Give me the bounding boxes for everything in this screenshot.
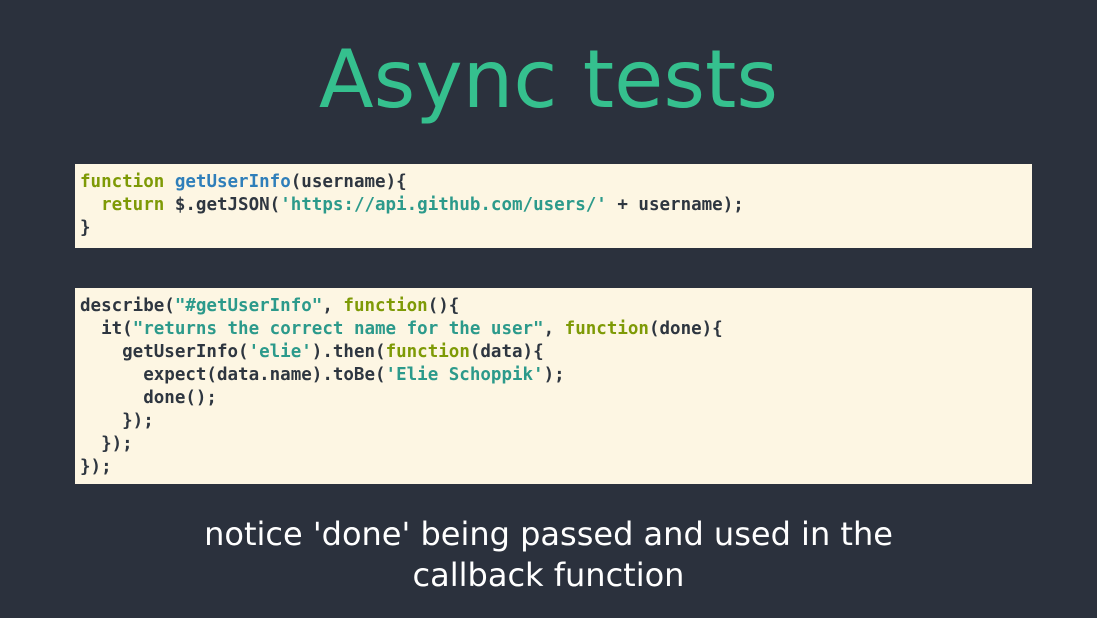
code-token-plain: $.getJSON( (164, 195, 281, 215)
code-token-plain: (done){ (648, 319, 723, 339)
code-token-string: "#getUserInfo" (174, 296, 323, 316)
code-token-plain: }); (80, 457, 112, 477)
code-line: function getUserInfo(username){ (80, 171, 1032, 194)
code-line: }); (80, 433, 1032, 456)
code-line: it("returns the correct name for the use… (80, 318, 1032, 341)
code-token-plain: it( (80, 319, 133, 339)
code-line: return $.getJSON('https://api.github.com… (80, 194, 1032, 217)
code-line: expect(data.name).toBe('Elie Schoppik'); (80, 364, 1032, 387)
code-token-plain: }); (80, 411, 154, 431)
code-token-plain: expect(data.name).toBe( (80, 365, 386, 385)
code-token-keyword: function (385, 342, 470, 362)
code-token-func: getUserInfo (174, 172, 291, 192)
code-line: }); (80, 456, 1032, 479)
code-line: done(); (80, 387, 1032, 410)
code-token-plain: , (322, 296, 344, 316)
code-token-keyword: function (343, 296, 428, 316)
code-token-string: "returns the correct name for the user" (132, 319, 544, 339)
code-token-plain: (data){ (469, 342, 544, 362)
code-line: getUserInfo('elie').then(function(data){ (80, 341, 1032, 364)
caption-line-1: notice 'done' being passed and used in t… (204, 515, 893, 553)
code-token-keyword: function (564, 319, 649, 339)
code-block-get-user-info: function getUserInfo(username){ return $… (75, 164, 1032, 248)
code-line: describe("#getUserInfo", function(){ (80, 295, 1032, 318)
code-token-plain: (){ (427, 296, 460, 316)
slide-title: Async tests (318, 33, 779, 126)
code-token-plain: , (543, 319, 565, 339)
slide-caption: notice 'done' being passed and used in t… (0, 514, 1097, 596)
code-token-plain: describe( (80, 296, 175, 316)
code-token-keyword: return (101, 195, 165, 215)
code-token-keyword: function (80, 172, 165, 192)
code-token-plain: getUserInfo( (80, 342, 249, 362)
code-token-plain: ).then( (311, 342, 386, 362)
code-token-string: 'elie' (248, 342, 312, 362)
code-block-describe-test: describe("#getUserInfo", function(){ it(… (75, 288, 1032, 484)
code-token-plain: + username); (606, 195, 744, 215)
code-token-plain: } (80, 218, 91, 238)
code-token-plain: done(); (80, 388, 217, 408)
code-token-plain: ); (543, 365, 565, 385)
code-line: }); (80, 410, 1032, 433)
code-token-plain: (username){ (290, 172, 407, 192)
caption-line-2: callback function (412, 556, 685, 594)
code-line: } (80, 217, 1032, 240)
code-token-string: 'https://api.github.com/users/' (280, 195, 607, 215)
code-token-plain: }); (80, 434, 133, 454)
code-token-string: 'Elie Schoppik' (385, 365, 544, 385)
